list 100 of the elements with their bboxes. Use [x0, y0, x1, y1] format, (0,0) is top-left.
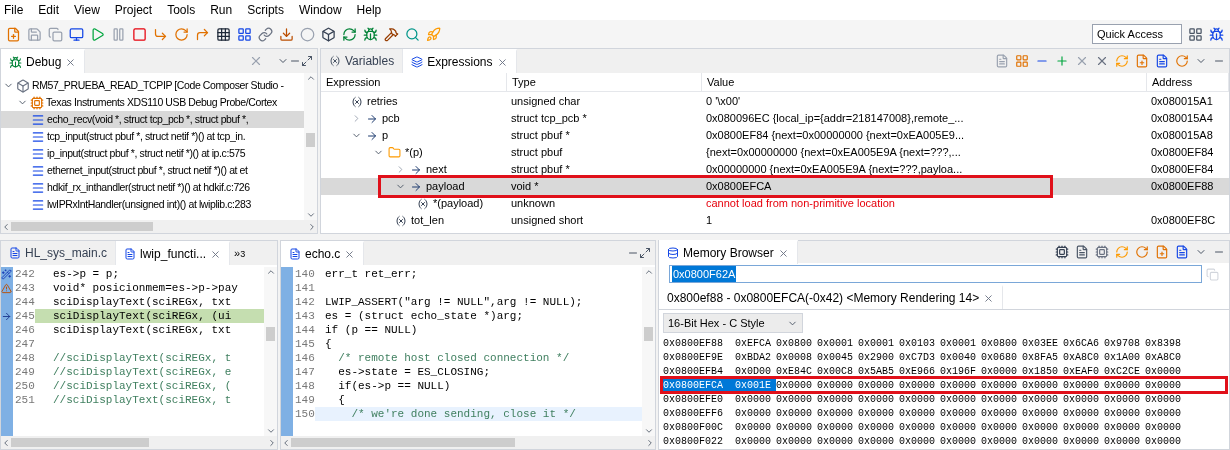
memory-value[interactable]: 0x0000 — [817, 377, 858, 393]
memory-value[interactable]: 0x0000 — [776, 405, 817, 421]
search-icon[interactable] — [405, 26, 420, 42]
stop-icon[interactable] — [132, 26, 147, 42]
menu-item[interactable]: Tools — [167, 1, 196, 19]
memory-value[interactable]: 0x0000 — [1145, 433, 1186, 449]
memory-value[interactable]: 0xE966 — [899, 363, 940, 379]
memory-value[interactable]: 0x0000 — [899, 377, 940, 393]
memory-value[interactable]: 0x9708 — [1104, 335, 1145, 351]
layout-icon[interactable] — [237, 26, 252, 42]
memory-value[interactable]: 0x0000 — [1063, 419, 1104, 435]
debug-tree-item[interactable]: ethernet_input(struct pbuf *, struct netif *)() at et — [1, 162, 304, 179]
memory-value[interactable]: 0x0000 — [858, 433, 899, 449]
panel-tab[interactable]: Memory Browser — [659, 240, 798, 264]
memory-value[interactable]: 0x0000 — [940, 419, 981, 435]
memory-value[interactable]: 0x0000 — [817, 405, 858, 421]
rocket-icon[interactable] — [426, 26, 441, 42]
menu-item[interactable]: Help — [356, 1, 382, 19]
memory-value[interactable]: 0x0000 — [817, 433, 858, 449]
memory-value[interactable]: 0x196F — [940, 363, 981, 379]
memory-value[interactable]: 0x0000 — [735, 419, 776, 435]
scroll-thumb[interactable] — [644, 327, 653, 341]
scroll-down-icon[interactable] — [643, 426, 654, 436]
memory-value[interactable]: 0xEFCA — [735, 335, 776, 351]
memory-value[interactable]: 0xE84C — [776, 363, 817, 379]
expression-name[interactable]: tot_len — [411, 212, 445, 229]
memory-value[interactable]: 0x0000 — [1104, 377, 1145, 393]
memory-value[interactable]: 0x0000 — [1145, 405, 1186, 421]
memory-value[interactable]: 0x0D00 — [735, 363, 776, 379]
memory-value[interactable]: 0x0000 — [1104, 433, 1145, 449]
memory-value[interactable]: 0x0000 — [858, 377, 899, 393]
circle-icon[interactable] — [300, 26, 315, 42]
refresh-icon[interactable] — [1115, 54, 1129, 68]
memory-value[interactable]: 0x1A00 — [1104, 349, 1145, 365]
memory-value[interactable]: 0x0000 — [940, 377, 981, 393]
vertical-scrollbar[interactable] — [304, 73, 317, 220]
scroll-thumb[interactable] — [266, 327, 275, 341]
format-dropdown[interactable]: 16-Bit Hex - C Style — [663, 313, 803, 333]
memory-value[interactable]: 0xA8C0 — [1063, 349, 1104, 365]
link-icon[interactable] — [258, 26, 273, 42]
memory-value[interactable]: 0x0000 — [735, 391, 776, 407]
memory-value[interactable]: 0x0000 — [858, 405, 899, 421]
debug-tree-item[interactable]: hdkif_rx_inthandler(struct netif *)() at hdkif.c:726 — [1, 179, 304, 196]
scroll-right-icon[interactable] — [267, 437, 277, 448]
memory-value[interactable]: 0x03EE — [1022, 335, 1063, 351]
memory-value[interactable]: 0x8398 — [1145, 335, 1186, 351]
sync-icon[interactable] — [1135, 245, 1149, 259]
grid-icon[interactable] — [216, 26, 231, 42]
memory-value[interactable]: 0x0000 — [1022, 433, 1063, 449]
remove-icon[interactable] — [249, 54, 263, 68]
scroll-up-icon[interactable] — [265, 267, 276, 277]
memory-value[interactable]: 0x0000 — [817, 391, 858, 407]
menu-item[interactable]: Run — [210, 1, 233, 19]
vertical-scrollbar[interactable] — [642, 267, 655, 436]
memory-value[interactable]: 0xA8C0 — [1145, 349, 1186, 365]
sync-icon[interactable] — [1175, 54, 1189, 68]
memory-value[interactable]: 0x0000 — [776, 377, 817, 393]
debug-tree-item[interactable]: echo_recv(void *, struct tcp_pcb *, struct pbuf *, — [1, 111, 304, 128]
memory-value[interactable]: 0x0000 — [1063, 377, 1104, 393]
scroll-thumb[interactable] — [11, 438, 149, 447]
menu-item[interactable]: File — [4, 1, 24, 19]
scroll-thumb[interactable] — [291, 438, 516, 447]
memory-value[interactable]: 0x0040 — [940, 349, 981, 365]
column-header[interactable]: Type — [507, 73, 702, 91]
download-icon[interactable] — [279, 26, 294, 42]
chip-icon[interactable] — [1055, 245, 1069, 259]
memory-value[interactable]: 0x0000 — [1145, 419, 1186, 435]
expression-name[interactable]: next — [426, 161, 447, 178]
scroll-thumb[interactable] — [306, 133, 315, 147]
memory-value[interactable]: 0x0800 — [776, 335, 817, 351]
refresh-icon[interactable] — [342, 26, 357, 42]
remove-all-icon[interactable] — [1095, 54, 1109, 68]
step-return-icon[interactable] — [195, 26, 210, 42]
memory-value[interactable]: 0x0000 — [940, 391, 981, 407]
memory-value[interactable]: 0x0000 — [858, 419, 899, 435]
memory-value[interactable]: 0x0000 — [899, 419, 940, 435]
expression-name[interactable]: retries — [367, 93, 398, 110]
menu-item[interactable]: Edit — [38, 1, 60, 19]
memory-value[interactable]: 0x0000 — [1022, 377, 1063, 393]
memory-value[interactable]: 0x0001 — [817, 335, 858, 351]
memory-value[interactable]: 0xBDA2 — [735, 349, 776, 365]
panel-tab[interactable]: Expressions — [403, 49, 517, 73]
memory-value[interactable]: 0x0000 — [817, 419, 858, 435]
debug-tree-item[interactable]: RM57_PRUEBA_READ_TCPIP [Code Composer Studio - — [1, 77, 304, 94]
scroll-left-icon[interactable] — [1, 221, 11, 232]
memory-value[interactable]: 0x2900 — [858, 349, 899, 365]
memory-value[interactable]: 0x0000 — [1063, 391, 1104, 407]
step-into-icon[interactable] — [153, 26, 168, 42]
memory-value[interactable]: 0x00C8 — [817, 363, 858, 379]
go-icon[interactable] — [1206, 267, 1219, 281]
add-icon[interactable] — [1055, 54, 1069, 68]
close-icon[interactable] — [496, 56, 508, 68]
vertical-scrollbar[interactable] — [264, 267, 277, 436]
expression-name[interactable]: p — [382, 127, 389, 144]
scroll-right-icon[interactable] — [307, 221, 317, 232]
memory-value[interactable]: 0x0000 — [940, 405, 981, 421]
close-icon[interactable] — [983, 292, 995, 304]
memory-value[interactable]: 0x0000 — [899, 391, 940, 407]
expression-name[interactable]: *(p) — [405, 144, 423, 161]
memory-value[interactable]: 0xEAF0 — [1063, 363, 1104, 379]
